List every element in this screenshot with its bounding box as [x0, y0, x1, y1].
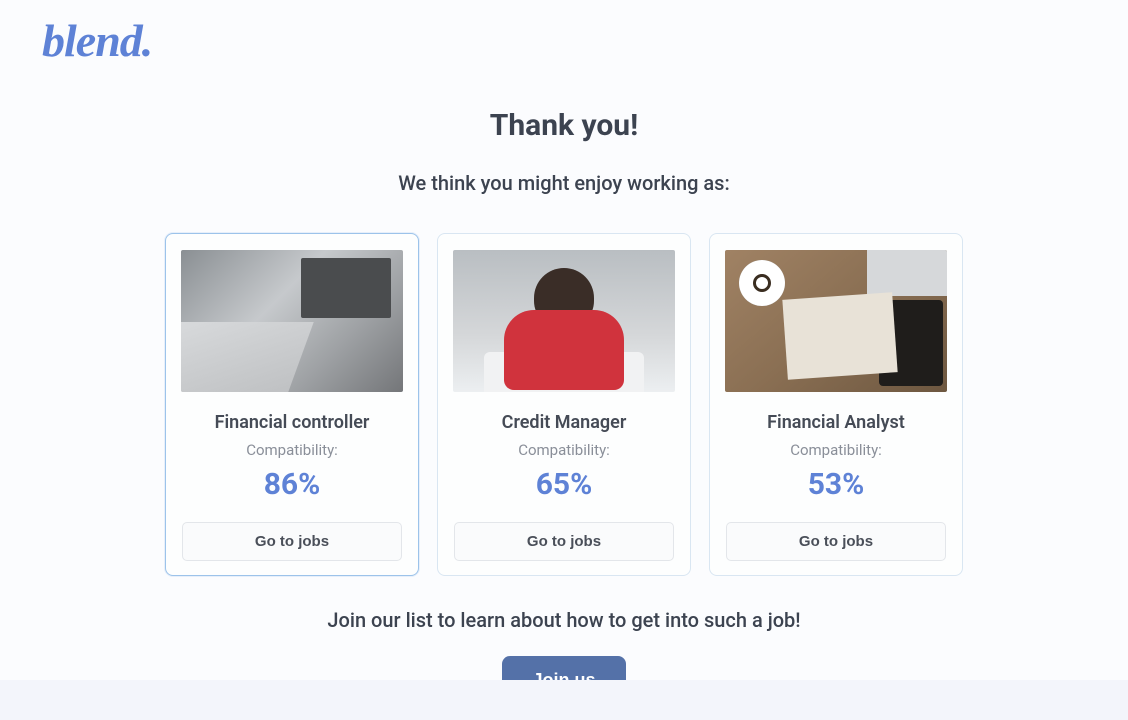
- compatibility-label: Compatibility:: [246, 441, 338, 459]
- page-title: Thank you!: [490, 108, 638, 143]
- go-to-jobs-button[interactable]: Go to jobs: [182, 522, 402, 561]
- compatibility-label: Compatibility:: [790, 441, 882, 459]
- brand-logo[interactable]: blend.: [42, 14, 152, 67]
- footer-band: [0, 680, 1128, 720]
- main-content: Thank you! We think you might enjoy work…: [0, 0, 1128, 705]
- job-title: Financial controller: [215, 412, 370, 433]
- job-card-financial-controller[interactable]: Financial controller Compatibility: 86% …: [165, 233, 419, 576]
- job-title: Credit Manager: [502, 412, 627, 433]
- job-cards-row: Financial controller Compatibility: 86% …: [165, 233, 963, 576]
- compatibility-value: 53%: [808, 467, 865, 502]
- compatibility-label: Compatibility:: [518, 441, 610, 459]
- page-subtitle: We think you might enjoy working as:: [398, 171, 730, 195]
- join-list-prompt: Join our list to learn about how to get …: [327, 608, 800, 632]
- job-image: [453, 250, 675, 392]
- go-to-jobs-button[interactable]: Go to jobs: [726, 522, 946, 561]
- compatibility-value: 65%: [536, 467, 593, 502]
- job-card-credit-manager[interactable]: Credit Manager Compatibility: 65% Go to …: [437, 233, 691, 576]
- job-card-financial-analyst[interactable]: Financial Analyst Compatibility: 53% Go …: [709, 233, 963, 576]
- job-image: [725, 250, 947, 392]
- job-title: Financial Analyst: [767, 412, 905, 433]
- compatibility-value: 86%: [264, 467, 321, 502]
- go-to-jobs-button[interactable]: Go to jobs: [454, 522, 674, 561]
- job-image: [181, 250, 403, 392]
